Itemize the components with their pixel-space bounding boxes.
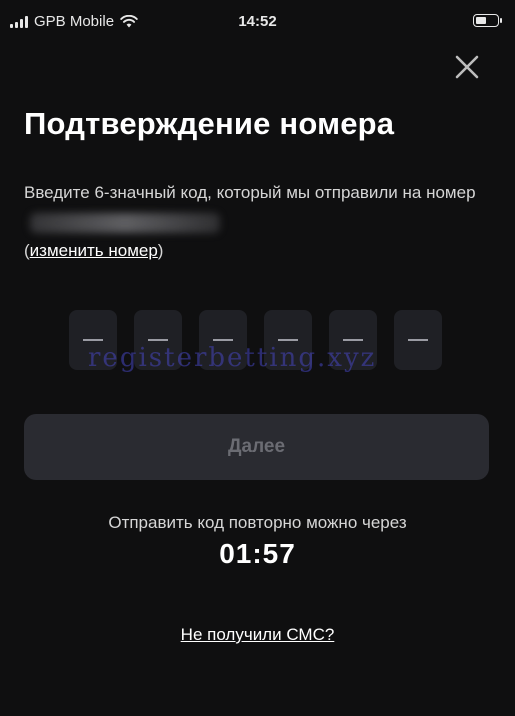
- resend-timer: 01:57: [219, 538, 296, 569]
- battery-level: [476, 17, 486, 24]
- masked-phone-number: [30, 212, 220, 233]
- change-link-close: ): [157, 241, 164, 260]
- close-icon: [455, 55, 479, 79]
- no-sms-container: Не получили СМС?: [0, 625, 515, 645]
- resend-text: Отправить код повторно можно через: [108, 513, 407, 532]
- status-time: 14:52: [238, 13, 277, 30]
- close-button[interactable]: [452, 52, 482, 82]
- battery-icon: [473, 14, 502, 27]
- no-sms-link[interactable]: Не получили СМС?: [181, 625, 335, 644]
- next-button[interactable]: Далее: [24, 414, 489, 480]
- change-number-link[interactable]: изменить номер: [30, 241, 158, 260]
- instruction-body: Введите 6-значный код, который мы отправ…: [24, 183, 476, 202]
- page-title: Подтверждение номера: [24, 106, 395, 141]
- status-bar: GPB Mobile 14:52: [0, 0, 515, 44]
- code-digit-6[interactable]: [394, 310, 442, 370]
- instruction-text: Введите 6-значный код, который мы отправ…: [24, 178, 484, 265]
- watermark: registerbetting.xyz: [88, 343, 377, 373]
